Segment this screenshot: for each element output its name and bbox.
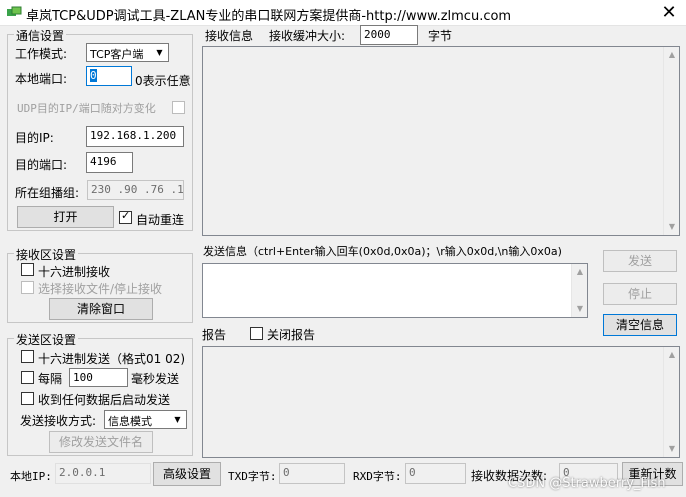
txd-value: 0	[279, 463, 345, 484]
rxd-value: 0	[405, 463, 466, 484]
recv-text-area[interactable]: ▲ ▼	[202, 46, 680, 236]
hex-recv-checkbox[interactable]	[21, 263, 34, 276]
scroll-up-icon[interactable]: ▲	[664, 347, 680, 363]
dest-ip-label: 目的IP:	[15, 131, 54, 145]
chevron-down-icon: ▼	[174, 415, 181, 424]
send-text-area[interactable]: ▲ ▼	[202, 263, 588, 318]
report-label: 报告	[202, 328, 227, 342]
work-mode-value: TCP客户端	[90, 48, 144, 61]
send-button[interactable]: 发送	[603, 250, 677, 272]
advanced-settings-button[interactable]: 高级设置	[153, 462, 221, 486]
random-dest-label: UDP目的IP/端口随对方变化	[17, 102, 156, 115]
scroll-down-icon[interactable]: ▼	[664, 441, 680, 457]
auto-reconnect-checkbox[interactable]	[119, 209, 132, 224]
send-scrollbar[interactable]: ▲ ▼	[571, 264, 587, 317]
local-port-label: 本地端口:	[15, 72, 68, 86]
send-info-label: 发送信息（ctrl+Enter输入回车(0x0d,0x0a)；\r输入0x0d,…	[203, 245, 562, 258]
send-interval-input[interactable]: 100	[69, 368, 128, 387]
report-text-area[interactable]: ▲ ▼	[202, 346, 680, 458]
dest-ip-input[interactable]: 192.168.1.200	[86, 126, 184, 147]
multicast-input[interactable]: 230 .90 .76 .1	[87, 180, 184, 200]
ms-send-label: 毫秒发送	[131, 372, 180, 386]
local-port-value: 0	[90, 69, 97, 82]
recv-info-label: 接收信息	[205, 29, 254, 43]
title-bar: 卓岚TCP&UDP调试工具-ZLAN专业的串口联网方案提供商-http://ww…	[0, 0, 686, 26]
send-on-recv-label: 收到任何数据后启动发送	[38, 393, 171, 407]
hex-send-checkbox[interactable]	[21, 350, 34, 363]
txd-label: TXD字节:	[228, 470, 277, 483]
close-report-label: 关闭报告	[267, 328, 316, 342]
scroll-down-icon[interactable]: ▼	[572, 301, 588, 317]
hex-recv-label: 十六进制接收	[38, 265, 111, 279]
open-button[interactable]: 打开	[17, 206, 114, 228]
comm-settings-legend: 通信设置	[14, 27, 67, 44]
recv-settings-legend: 接收区设置	[14, 246, 79, 263]
scroll-down-icon[interactable]: ▼	[664, 219, 680, 235]
rxd-label: RXD字节:	[353, 470, 402, 483]
recv-file-checkbox[interactable]	[21, 281, 34, 294]
window-title: 卓岚TCP&UDP调试工具-ZLAN专业的串口联网方案提供商-http://ww…	[26, 9, 512, 24]
random-dest-checkbox[interactable]	[172, 101, 185, 114]
send-settings-legend: 发送区设置	[14, 331, 79, 348]
local-port-hint: 0表示任意	[135, 74, 191, 88]
every-label: 每隔	[38, 372, 63, 386]
local-ip-value: 2.0.0.1	[55, 463, 151, 484]
work-mode-select[interactable]: TCP客户端 ▼	[86, 43, 169, 62]
periodic-send-checkbox[interactable]	[21, 371, 34, 384]
send-mode-select[interactable]: 信息模式 ▼	[104, 410, 187, 429]
scroll-up-icon[interactable]: ▲	[572, 264, 588, 280]
hex-send-label: 十六进制发送（格式01 02)	[38, 352, 186, 366]
local-ip-label: 本地IP:	[10, 470, 52, 483]
send-mode-value: 信息模式	[108, 415, 152, 428]
modify-send-file-button[interactable]: 修改发送文件名	[49, 431, 153, 453]
close-report-checkbox[interactable]	[250, 327, 263, 340]
recv-scrollbar[interactable]: ▲ ▼	[663, 47, 679, 235]
local-port-input[interactable]: 0	[86, 66, 132, 86]
scroll-up-icon[interactable]: ▲	[664, 47, 680, 63]
auto-reconnect-label: 自动重连	[136, 213, 185, 227]
recv-file-label: 选择接收文件/停止接收	[38, 282, 163, 296]
dest-port-input[interactable]: 4196	[86, 152, 133, 173]
watermark: CSDN @Strawberry_Fish	[508, 476, 666, 491]
clear-info-button[interactable]: 清空信息	[603, 314, 677, 336]
app-icon	[7, 6, 22, 16]
recv-buffer-input[interactable]: 2000	[360, 25, 418, 45]
send-on-recv-checkbox[interactable]	[21, 392, 34, 405]
send-mode-label: 发送接收方式:	[20, 414, 97, 428]
close-button[interactable]: ✕	[652, 0, 686, 26]
recv-buffer-unit: 字节	[428, 29, 453, 43]
clear-window-button[interactable]: 清除窗口	[49, 298, 153, 320]
report-scrollbar[interactable]: ▲ ▼	[663, 347, 679, 457]
dest-port-label: 目的端口:	[15, 158, 68, 172]
recv-buffer-label: 接收缓冲大小:	[269, 29, 346, 43]
work-mode-label: 工作模式:	[15, 47, 68, 61]
chevron-down-icon: ▼	[156, 48, 163, 57]
multicast-label: 所在组播组:	[15, 186, 80, 200]
stop-button[interactable]: 停止	[603, 283, 677, 305]
